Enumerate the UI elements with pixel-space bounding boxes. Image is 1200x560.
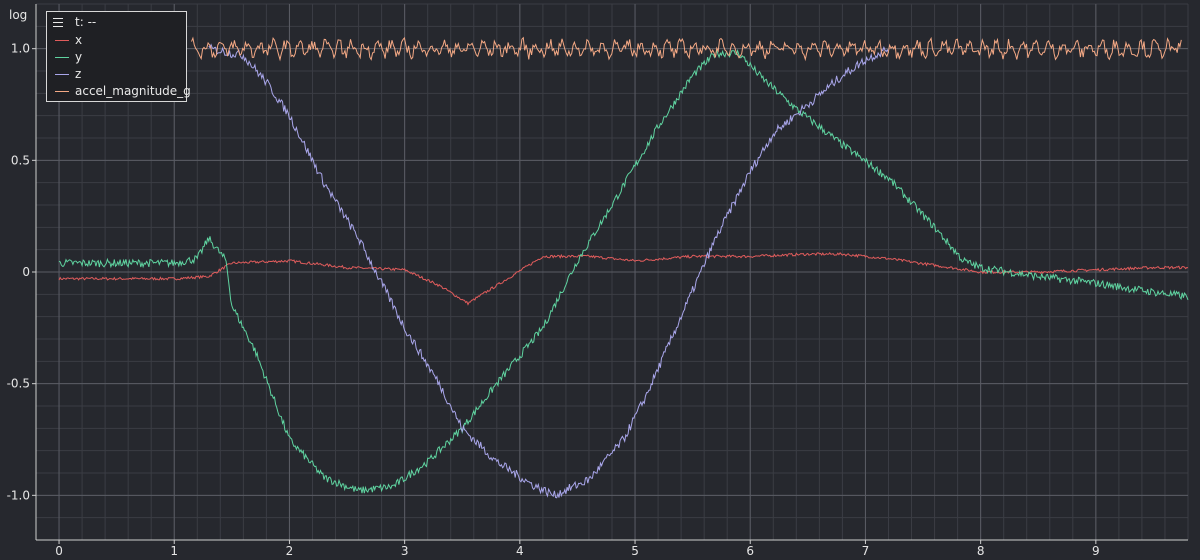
grid-lines (36, 3, 1189, 541)
legend-label-y: y (75, 50, 83, 64)
legend-swatch-accel-magnitude-g (55, 91, 69, 92)
legend-label-x: x (75, 33, 83, 47)
legend-item-accel-magnitude-g[interactable]: accel_magnitude_g (47, 83, 191, 100)
x-tick-label: 6 (746, 544, 754, 558)
x-tick-label: 9 (1092, 544, 1100, 558)
y-tick-label: -1.0 (7, 488, 30, 502)
x-tick-label: 5 (631, 544, 639, 558)
y-tick-label: 0.5 (11, 153, 30, 167)
x-tick-label: 4 (516, 544, 524, 558)
x-tick-label: 2 (286, 544, 294, 558)
x-tick-label: 1 (170, 544, 178, 558)
legend-item-z[interactable]: z (47, 66, 186, 83)
legend-swatch-z (55, 74, 69, 75)
legend-swatch-y (55, 57, 69, 58)
legend-item-y[interactable]: y (47, 49, 186, 66)
y-tick-label: 1.0 (11, 42, 30, 56)
legend-item-x[interactable]: x (47, 32, 186, 49)
x-tick-label: 8 (977, 544, 985, 558)
legend-swatch-x (55, 40, 69, 41)
series-line-z (208, 43, 889, 499)
legend-header: t: -- (75, 15, 97, 29)
y-tick-label: -0.5 (7, 377, 30, 391)
menu-icon[interactable] (53, 18, 63, 27)
x-tick-label: 0 (55, 544, 63, 558)
y-tick-label: 0 (22, 265, 30, 279)
legend-label-accel-magnitude-g: accel_magnitude_g (75, 84, 191, 98)
y-axis-unit-label: log (9, 8, 28, 22)
legend-label-z: z (75, 67, 82, 81)
legend[interactable]: t: -- x y z accel_magnitude_g (46, 11, 191, 102)
x-tick-label: 7 (862, 544, 870, 558)
series-line-y (58, 48, 1189, 494)
x-tick-label: 3 (401, 544, 409, 558)
legend-header-row: t: -- (47, 14, 186, 31)
